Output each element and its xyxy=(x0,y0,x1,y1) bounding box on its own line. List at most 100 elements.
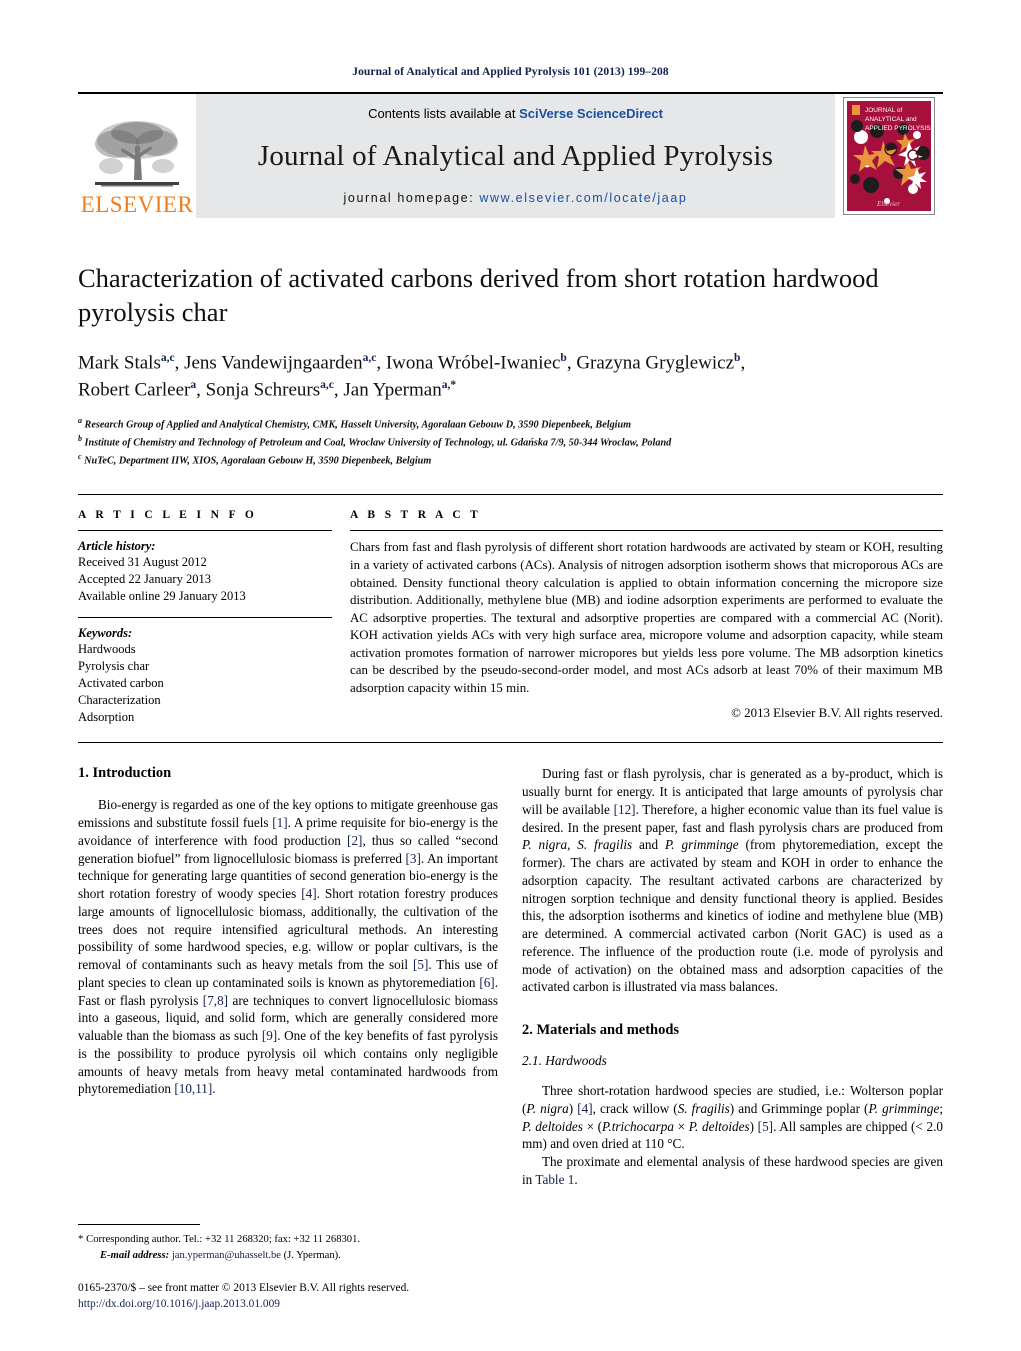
body-column-right: During fast or flash pyrolysis, char is … xyxy=(522,765,943,1188)
affiliation-c-sup: c xyxy=(78,451,82,461)
email-label: E-mail address: xyxy=(100,1249,170,1261)
footnote-block: * Corresponding author. Tel.: +32 11 268… xyxy=(78,1224,498,1263)
hardwoods-paragraph-2: The proximate and elemental analysis of … xyxy=(522,1154,943,1187)
section-heading-materials-methods: 2. Materials and methods xyxy=(522,1022,680,1039)
author-5-sup: a,c xyxy=(320,379,334,392)
homepage-url-link[interactable]: www.elsevier.com/locate/jaap xyxy=(479,191,687,205)
article-info-column: A R T I C L E I N F O Article history: R… xyxy=(78,509,346,726)
abstract-copyright: © 2013 Elsevier B.V. All rights reserved… xyxy=(731,706,943,721)
affiliation-b-sup: b xyxy=(78,434,82,444)
email-suffix: (J. Yperman). xyxy=(283,1249,341,1261)
citation-ref[interactable]: [3] xyxy=(406,851,421,866)
svg-text:JOURNAL of: JOURNAL of xyxy=(865,107,903,114)
author-0-sup: a,c xyxy=(160,351,175,364)
svg-text:Elsevier: Elsevier xyxy=(876,200,900,208)
citation-ref[interactable]: [10,11] xyxy=(174,1081,212,1096)
article-info-heading: A R T I C L E I N F O xyxy=(78,509,258,522)
elsevier-wordmark: ELSEVIER xyxy=(80,192,194,217)
author-5-name: Sonja Schreurs xyxy=(205,379,321,401)
citation-ref[interactable]: [7,8] xyxy=(203,993,228,1008)
author-0-name: Mark Stals xyxy=(78,352,161,374)
author-3-name: Grazyna Gryglewicz xyxy=(576,352,735,374)
corresponding-author-note: * Corresponding author. Tel.: +32 11 268… xyxy=(78,1232,498,1248)
keywords-label: Keywords: xyxy=(78,626,133,641)
keyword-item: Activated carbon xyxy=(78,676,164,691)
citation-ref[interactable]: [2] xyxy=(347,833,362,848)
issn-line: 0165-2370/$ – see front matter © 2013 El… xyxy=(78,1281,410,1294)
elsevier-logo: ELSEVIER xyxy=(78,94,196,218)
citation-ref[interactable]: [4] xyxy=(577,1101,592,1116)
keywords-rule xyxy=(78,617,332,619)
author-2-name: Iwona Wróbel-Iwaniec xyxy=(385,352,561,374)
journal-band: Contents lists available at SciVerse Sci… xyxy=(196,94,835,218)
intro-paragraph-1: Bio-energy is regarded as one of the key… xyxy=(78,797,498,1097)
doi-link[interactable]: http://dx.doi.org/10.1016/j.jaap.2013.01… xyxy=(78,1296,538,1313)
citation-ref[interactable]: [4] xyxy=(301,886,316,901)
article-info-rule xyxy=(78,530,332,532)
article-history-online: Available online 29 January 2013 xyxy=(78,589,246,604)
abstract-text: Chars from fast and flash pyrolysis of d… xyxy=(350,540,943,695)
journal-cover-art-icon: JOURNAL of ANALYTICAL and APPLIED PYROLY… xyxy=(847,101,931,211)
journal-title: Journal of Analytical and Applied Pyroly… xyxy=(257,139,774,172)
author-3-sup: b xyxy=(734,351,741,364)
keyword-item: Hardwoods xyxy=(78,642,136,657)
article-history-label: Article history: xyxy=(78,539,156,554)
affiliation-b: b Institute of Chemistry and Technology … xyxy=(78,433,943,451)
footnote-rule xyxy=(78,1224,200,1226)
citation-ref[interactable]: [5] xyxy=(413,957,428,972)
citation-ref[interactable]: [5] xyxy=(758,1119,773,1134)
article-history-accepted: Accepted 22 January 2013 xyxy=(78,572,211,587)
issn-doi-block: 0165-2370/$ – see front matter © 2013 El… xyxy=(78,1280,538,1313)
running-head: Journal of Analytical and Applied Pyroly… xyxy=(352,66,669,78)
keywords-group: Keywords: Hardwoods Pyrolysis char Activ… xyxy=(78,617,332,726)
author-6-sup: a,* xyxy=(441,379,457,392)
journal-masthead: ELSEVIER Contents lists available at Sci… xyxy=(78,92,943,218)
corresponding-author-text: Corresponding author. Tel.: +32 11 26832… xyxy=(86,1234,361,1246)
affiliation-c-text: NuTeC, Department IIW, XIOS, Agoralaan G… xyxy=(84,455,432,467)
email-link[interactable]: jan.yperman@uhasselt.be xyxy=(172,1250,281,1261)
contents-prefix: Contents lists available at xyxy=(368,106,520,121)
article-content: Characterization of activated carbons de… xyxy=(78,262,943,1189)
author-1-name: Jens Vandewijngaarden xyxy=(184,352,363,374)
citation-ref[interactable]: [6] xyxy=(479,975,494,990)
section-heading-introduction: 1. Introduction xyxy=(78,765,172,782)
keyword-item: Characterization xyxy=(78,693,161,708)
page-title: Characterization of activated carbons de… xyxy=(78,263,879,327)
table-1-link[interactable]: Table 1 xyxy=(535,1172,574,1187)
abstract-rule xyxy=(350,530,943,532)
affiliation-a-sup: a xyxy=(78,416,82,426)
svg-text:APPLIED PYROLYSIS: APPLIED PYROLYSIS xyxy=(865,125,931,132)
affiliation-a-text: Research Group of Applied and Analytical… xyxy=(84,419,632,431)
citation-ref[interactable]: [12] xyxy=(614,802,636,817)
email-note: E-mail address: jan.yperman@uhasselt.be … xyxy=(78,1248,498,1263)
hardwoods-paragraph-1: Three short-rotation hardwood species ar… xyxy=(522,1083,944,1152)
journal-cover-thumbnail[interactable]: JOURNAL of ANALYTICAL and APPLIED PYROLY… xyxy=(843,97,935,215)
affiliation-list: a Research Group of Applied and Analytic… xyxy=(78,415,943,468)
journal-homepage-line: journal homepage: www.elsevier.com/locat… xyxy=(344,191,688,205)
journal-cover-block: JOURNAL of ANALYTICAL and APPLIED PYROLY… xyxy=(835,94,943,218)
body-columns: 1. Introduction Bio-energy is regarded a… xyxy=(78,765,943,1188)
body-column-left: 1. Introduction Bio-energy is regarded a… xyxy=(78,765,498,1188)
sciencedirect-link[interactable]: SciVerse ScienceDirect xyxy=(519,106,663,121)
subsection-heading-hardwoods: 2.1. Hardwoods xyxy=(522,1053,607,1069)
affiliation-b-text: Institute of Chemistry and Technology of… xyxy=(84,437,672,449)
abstract-column: A B S T R A C T Chars from fast and flas… xyxy=(346,509,943,726)
citation-ref[interactable]: [9] xyxy=(262,1028,277,1043)
info-abstract-band: A R T I C L E I N F O Article history: R… xyxy=(78,494,943,744)
affiliation-a: a Research Group of Applied and Analytic… xyxy=(78,415,943,433)
author-2-sup: b xyxy=(560,351,567,364)
author-4-sup: a xyxy=(190,379,197,392)
author-6-name: Jan Yperman xyxy=(343,379,442,401)
intro-paragraph-2: During fast or flash pyrolysis, char is … xyxy=(522,766,943,995)
contents-available-line: Contents lists available at SciVerse Sci… xyxy=(368,106,663,121)
elsevier-tree-icon xyxy=(95,121,179,187)
keyword-item: Pyrolysis char xyxy=(78,659,150,674)
paper-page: Journal of Analytical and Applied Pyroly… xyxy=(0,0,1021,1351)
homepage-prefix: journal homepage: xyxy=(343,191,480,205)
article-history-received: Received 31 August 2012 xyxy=(78,555,207,570)
citation-ref[interactable]: [1] xyxy=(272,815,287,830)
author-4-name: Robert Carleer xyxy=(78,379,191,401)
affiliation-c: c NuTeC, Department IIW, XIOS, Agoralaan… xyxy=(78,451,943,469)
keyword-item: Adsorption xyxy=(78,710,135,725)
svg-text:ANALYTICAL and: ANALYTICAL and xyxy=(865,116,917,123)
